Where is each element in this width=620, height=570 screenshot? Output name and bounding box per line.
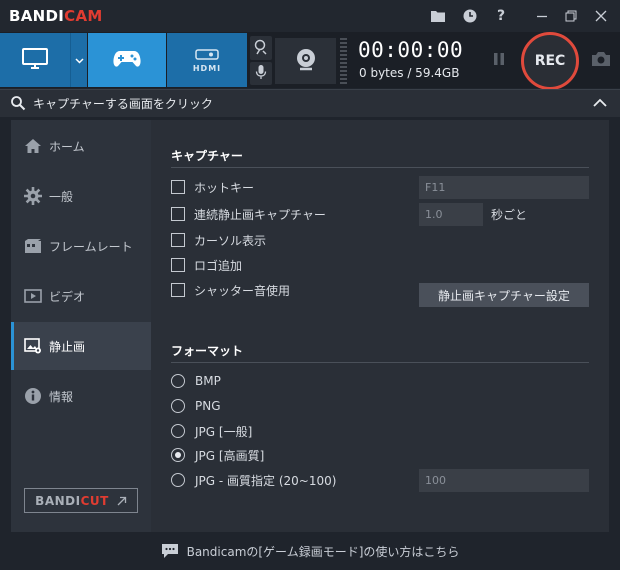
record-button[interactable]: REC	[521, 32, 579, 90]
webcam-overlay-button[interactable]	[275, 38, 336, 84]
capture-section-title: キャプチャー	[171, 149, 243, 163]
format-option-label: JPG [高画質]	[195, 448, 265, 463]
hotkey-checkbox[interactable]	[171, 180, 185, 194]
footer-help-text: Bandicamの[ゲーム録画モード]の使い方はこちら	[186, 544, 460, 559]
continuous-capture-option[interactable]: 連続静止画キャプチャー	[171, 205, 326, 223]
format-section-title: フォーマット	[171, 344, 244, 358]
pause-icon	[493, 52, 505, 69]
audio-level-meter	[340, 38, 347, 84]
sidebar-item-label: ホーム	[49, 139, 85, 154]
mode-dropdown-button[interactable]	[70, 33, 87, 87]
logo-label: ロゴ追加	[194, 258, 243, 273]
recording-timer: 00:00:00	[358, 38, 464, 62]
app-logo: BANDICAM	[9, 7, 103, 25]
shutter-sound-checkbox[interactable]	[171, 283, 185, 297]
hdmi-device-icon	[195, 48, 219, 63]
chevron-down-icon	[74, 53, 84, 67]
help-icon[interactable]: ?	[491, 6, 511, 26]
hotkey-label: ホットキー	[194, 180, 255, 195]
continuous-capture-checkbox[interactable]	[171, 207, 185, 221]
clock-icon[interactable]	[460, 6, 480, 26]
format-option-label: JPG [一般]	[195, 424, 253, 439]
bandicut-link[interactable]: BANDI CUT	[24, 488, 138, 513]
format-option-jpg-custom[interactable]: JPG - 画質指定 (20~100)	[171, 471, 336, 489]
jpg-quality-field[interactable]: 100	[419, 469, 589, 492]
pause-button[interactable]	[489, 50, 509, 70]
audio-device-button[interactable]	[250, 36, 272, 60]
image-icon	[23, 336, 43, 356]
screen-mode-button[interactable]	[0, 33, 70, 87]
format-option-bmp[interactable]: BMP	[171, 372, 221, 390]
magnifier-icon	[10, 95, 26, 111]
sidebar-item-label: 静止画	[49, 339, 86, 354]
game-mode-button[interactable]	[88, 33, 166, 87]
sidebar-item-image[interactable]: 静止画	[11, 322, 151, 370]
format-option-jpg-high[interactable]: JPG [高画質]	[171, 446, 264, 464]
logo-checkbox[interactable]	[171, 258, 185, 272]
footer-help-link[interactable]: Bandicamの[ゲーム録画モード]の使い方はこちら	[0, 536, 620, 566]
microphone-icon	[255, 64, 267, 83]
info-icon	[23, 386, 43, 406]
speaker-icon	[254, 39, 268, 58]
microphone-button[interactable]	[250, 62, 272, 85]
format-option-label: PNG	[195, 399, 221, 413]
sidebar-item-label: 一般	[49, 189, 74, 204]
format-radio[interactable]	[171, 473, 185, 487]
hotkey-field[interactable]: F11	[419, 176, 589, 199]
folder-icon[interactable]	[428, 6, 448, 26]
camera-icon	[591, 51, 611, 70]
monitor-icon	[22, 47, 48, 73]
interval-unit-label: 秒ごと	[491, 208, 528, 222]
format-option-jpg-normal[interactable]: JPG [一般]	[171, 422, 252, 440]
format-option-label: BMP	[195, 374, 221, 388]
gamepad-icon	[113, 49, 141, 72]
format-option-png[interactable]: PNG	[171, 397, 221, 415]
cursor-label: カーソル表示	[194, 233, 267, 248]
image-capture-settings-button[interactable]: 静止画キャプチャー設定	[419, 283, 589, 307]
format-radio[interactable]	[171, 399, 185, 413]
home-icon	[23, 136, 43, 156]
format-radio[interactable]	[171, 374, 185, 388]
sidebar-item-video[interactable]: ビデオ	[11, 272, 151, 320]
sidebar-item-info[interactable]: 情報	[11, 372, 151, 420]
sidebar-item-label: フレームレート	[49, 239, 133, 254]
shutter-sound-option[interactable]: シャッター音使用	[171, 281, 290, 299]
sidebar-item-general[interactable]: 一般	[11, 172, 151, 220]
sidebar-item-home[interactable]: ホーム	[11, 122, 151, 170]
continuous-capture-label: 連続静止画キャプチャー	[194, 207, 326, 222]
hdmi-mode-button[interactable]: HDMI	[167, 33, 247, 87]
sidebar-item-label: 情報	[49, 389, 74, 404]
shutter-sound-label: シャッター音使用	[194, 283, 291, 298]
file-size-readout: 0 bytes / 59.4GB	[359, 66, 460, 80]
capture-section-divider	[171, 167, 589, 168]
sidebar-item-framerate[interactable]: フレームレート	[11, 222, 151, 270]
chat-bubble-icon	[161, 543, 179, 559]
screenshot-button[interactable]	[589, 49, 613, 71]
interval-field[interactable]: 1.0	[419, 203, 483, 226]
logo-option[interactable]: ロゴ追加	[171, 256, 242, 274]
format-radio-selected[interactable]	[171, 448, 185, 462]
hotkey-option[interactable]: ホットキー	[171, 178, 254, 196]
sidebar-item-label: ビデオ	[49, 289, 86, 304]
restore-icon[interactable]	[561, 6, 581, 26]
cursor-option[interactable]: カーソル表示	[171, 231, 266, 249]
format-option-label: JPG - 画質指定 (20~100)	[195, 473, 337, 488]
collapse-chevron-icon[interactable]	[592, 96, 608, 110]
minimize-icon[interactable]	[532, 6, 552, 26]
webcam-icon	[293, 47, 319, 76]
cursor-checkbox[interactable]	[171, 233, 185, 247]
close-icon[interactable]	[591, 6, 611, 26]
format-section-divider	[171, 362, 589, 363]
capture-target-label: キャプチャーする画面をクリック	[33, 97, 213, 111]
format-radio[interactable]	[171, 424, 185, 438]
hdmi-label: HDMI	[192, 63, 222, 73]
gear-icon	[23, 186, 43, 206]
external-link-icon	[117, 496, 127, 506]
video-icon	[23, 286, 43, 306]
film-icon	[23, 236, 43, 256]
